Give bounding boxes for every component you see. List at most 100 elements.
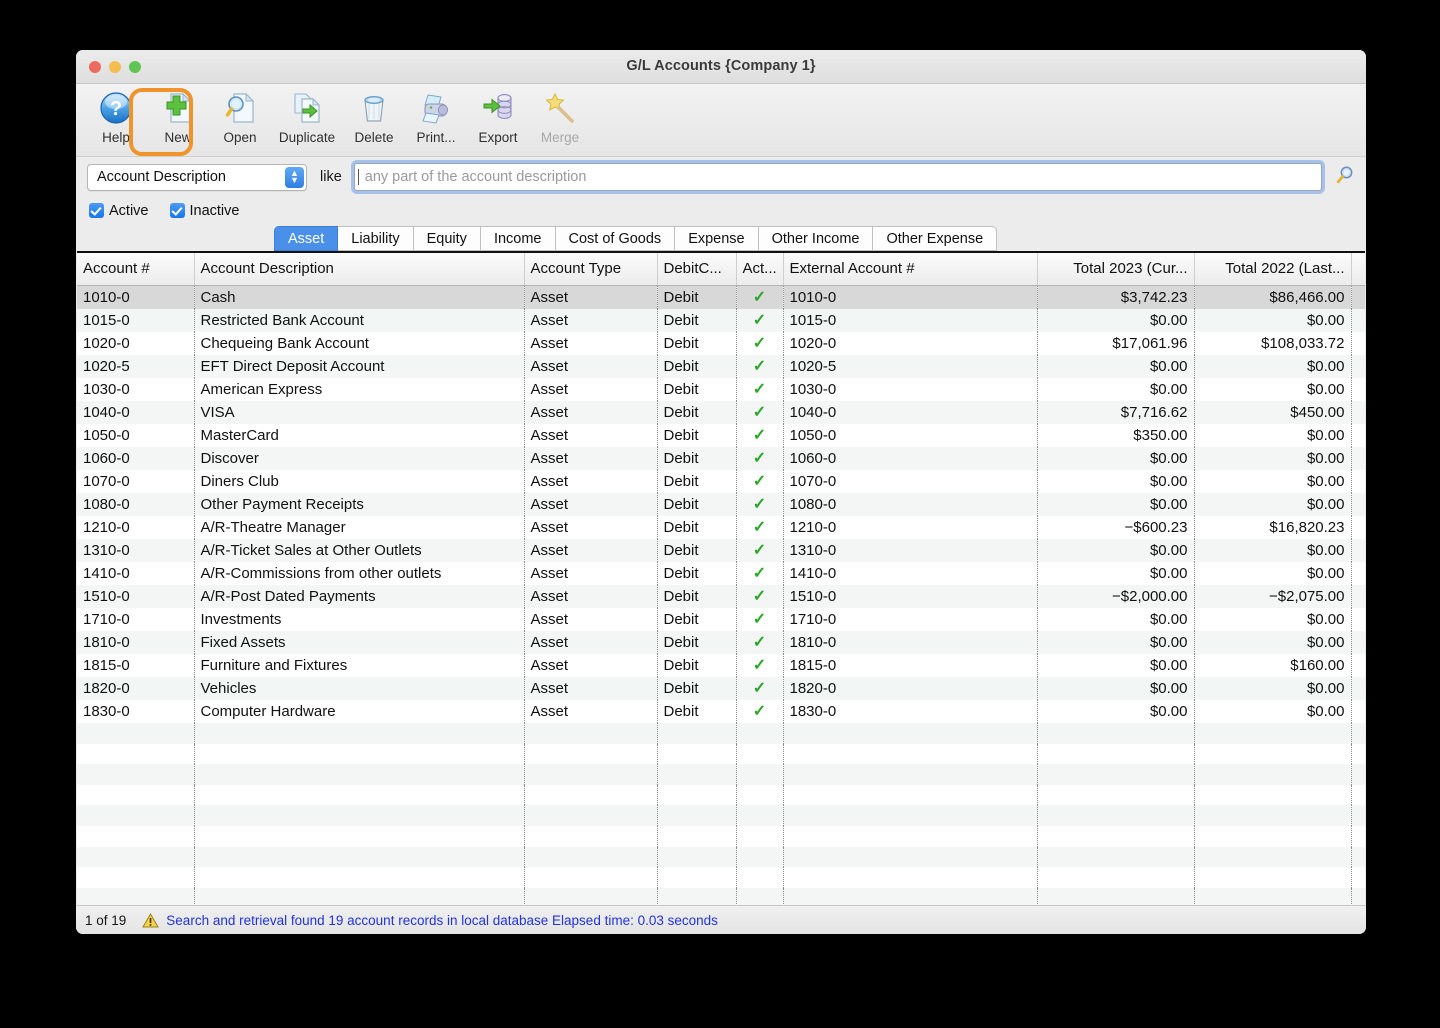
table-row[interactable]: 1040‑0 VISA Asset Debit ✓ 1040‑0 $7,716.62 $450…	[77, 401, 1365, 424]
tab-equity[interactable]: Equity	[413, 226, 481, 251]
table-row[interactable]: 1210‑0 A/R‑Theatre Manager Asset Debit ✓ 1210…	[77, 516, 1365, 539]
new-button-label: New	[164, 130, 192, 145]
cell-type: Asset	[524, 562, 658, 585]
tab-cost-of-goods[interactable]: Cost of Goods	[555, 226, 676, 251]
tab-asset[interactable]: Asset	[274, 226, 339, 251]
table-row[interactable]: 1050‑0 MasterCard Asset Debit ✓ 1050‑0 $350.00…	[77, 424, 1365, 447]
empty-cell	[783, 743, 1038, 765]
table-row[interactable]: 1820‑0 Vehicles Asset Debit ✓ 1820‑0 $0.00 $0.0…	[77, 677, 1365, 700]
help-icon: ?	[99, 90, 133, 126]
cell-debitcredit: Debit	[657, 493, 737, 516]
help-button[interactable]: ? Help	[85, 84, 147, 150]
empty-cell	[524, 825, 658, 847]
column-header-spacer[interactable]	[1351, 253, 1365, 286]
cell-debitcredit: Debit	[657, 562, 737, 585]
check-icon: ✓	[752, 611, 767, 628]
cell-active: ✓	[736, 516, 784, 539]
cell-type: Asset	[524, 608, 658, 631]
empty-cell	[194, 723, 525, 744]
cell-external: 1210‑0	[783, 516, 1038, 539]
print-button-label: Print...	[416, 130, 456, 145]
tab-other-expense[interactable]: Other Expense	[873, 226, 998, 251]
empty-cell	[1351, 867, 1365, 888]
tab-income[interactable]: Income	[480, 226, 556, 251]
check-icon: ✓	[752, 542, 767, 559]
empty-cell	[783, 825, 1038, 847]
table-row[interactable]: 1080‑0 Other Payment Receipts Asset Debit ✓ 1…	[77, 493, 1365, 516]
tab-label: Expense	[688, 230, 745, 247]
cell-description: VISA	[194, 401, 525, 424]
new-button[interactable]: New	[147, 84, 209, 150]
checkbox-checked-icon	[169, 203, 185, 218]
check-icon: ✓	[752, 427, 767, 444]
search-input[interactable]: any part of the account description	[353, 163, 1322, 191]
table-empty-row	[77, 743, 1365, 765]
cell-account: 1830‑0	[77, 700, 195, 723]
tab-liability[interactable]: Liability	[338, 226, 414, 251]
cell-external: 1080‑0	[783, 493, 1038, 516]
cell-total2023: $0.00	[1037, 447, 1195, 470]
check-icon: ✓	[752, 703, 767, 720]
cell-debitcredit: Debit	[657, 585, 737, 608]
cell-account: 1040‑0	[77, 401, 195, 424]
cell-type: Asset	[524, 470, 658, 493]
table-row[interactable]: 1020‑5 EFT Direct Deposit Account Asset Deb…	[77, 355, 1365, 378]
tab-label: Asset	[288, 230, 325, 247]
new-doc-icon	[161, 90, 195, 126]
cell-debitcredit: Debit	[657, 677, 737, 700]
table-row[interactable]: 1310‑0 A/R‑Ticket Sales at Other Outlets A…	[77, 539, 1365, 562]
table-empty-row	[77, 764, 1365, 785]
merge-button: Merge	[529, 84, 591, 150]
search-field-selector[interactable]: Account Description ▲ ▼	[87, 163, 307, 191]
table-row[interactable]: 1070‑0 Diners Club Asset Debit ✓ 1070‑0 $0.00 $…	[77, 470, 1365, 493]
empty-cell	[524, 743, 658, 765]
cell-external: 1010‑0	[783, 285, 1038, 309]
cell-total2023: $0.00	[1037, 539, 1195, 562]
filter-inactive-checkbox[interactable]: Inactive	[169, 203, 239, 219]
table-row[interactable]: 1060‑0 Discover Asset Debit ✓ 1060‑0 $0.00 $0.0…	[77, 447, 1365, 470]
table-row[interactable]: 1020‑0 Chequeing Bank Account Asset Debit ✓ 1…	[77, 332, 1365, 355]
column-header-active[interactable]: Act...	[736, 253, 784, 286]
column-header-account[interactable]: Account #	[77, 253, 195, 286]
empty-cell	[1037, 743, 1195, 765]
cell-external: 1070‑0	[783, 470, 1038, 493]
table-header-row: Account # Account Description Account Type…	[77, 253, 1365, 286]
column-header-description[interactable]: Account Description	[194, 253, 525, 286]
duplicate-button-label: Duplicate	[278, 130, 336, 145]
print-button[interactable]: Print...	[405, 84, 467, 150]
tab-other-income[interactable]: Other Income	[758, 226, 874, 251]
table-row[interactable]: 1830‑0 Computer Hardware Asset Debit ✓ 1830‑0…	[77, 700, 1365, 723]
column-header-debitcredit[interactable]: DebitC...	[657, 253, 737, 286]
filter-active-checkbox[interactable]: Active	[89, 203, 149, 219]
table-row[interactable]: 1015‑0 Restricted Bank Account Asset Debit ✓…	[77, 309, 1365, 332]
cell-account: 1060‑0	[77, 447, 195, 470]
column-header-total2022[interactable]: Total 2022 (Last...	[1194, 253, 1352, 286]
table-row[interactable]: 1030‑0 American Express Asset Debit ✓ 1030‑0 $…	[77, 378, 1365, 401]
cell-description: EFT Direct Deposit Account	[194, 355, 525, 378]
cell-total2023: −$2,000.00	[1037, 585, 1195, 608]
open-button[interactable]: Open	[209, 84, 271, 150]
tab-expense[interactable]: Expense	[675, 226, 759, 251]
table-empty-row	[77, 887, 1365, 905]
export-button[interactable]: Export	[467, 84, 529, 150]
cell-active: ✓	[736, 700, 784, 723]
table-row[interactable]: 1815‑0 Furniture and Fixtures Asset Debit ✓ 1…	[77, 654, 1365, 677]
duplicate-icon	[290, 90, 324, 126]
cell-active: ✓	[736, 424, 784, 447]
column-header-total2023[interactable]: Total 2023 (Cur...	[1037, 253, 1195, 286]
cell-type: Asset	[524, 700, 658, 723]
empty-cell	[1037, 723, 1195, 744]
table-row[interactable]: 1810‑0 Fixed Assets Asset Debit ✓ 1810‑0 $0.00…	[77, 631, 1365, 654]
column-header-external[interactable]: External Account #	[783, 253, 1038, 286]
table-row[interactable]: 1410‑0 A/R‑Commissions from other outlets…	[77, 562, 1365, 585]
cell-external: 1030‑0	[783, 378, 1038, 401]
column-header-type[interactable]: Account Type	[524, 253, 658, 286]
tab-label: Cost of Goods	[568, 230, 662, 247]
duplicate-button[interactable]: Duplicate	[271, 84, 343, 150]
table-row[interactable]: 1510‑0 A/R‑Post Dated Payments Asset Debit ✓…	[77, 585, 1365, 608]
table-row[interactable]: 1710‑0 Investments Asset Debit ✓ 1710‑0 $0.00 $…	[77, 608, 1365, 631]
search-execute-button[interactable]	[1334, 165, 1356, 190]
search-bar: Account Description ▲ ▼ like any part of …	[76, 157, 1366, 197]
table-row[interactable]: 1010‑0 Cash Asset Debit ✓ 1010‑0 $3,742.23 $86,…	[77, 285, 1365, 309]
delete-button[interactable]: Delete	[343, 84, 405, 150]
